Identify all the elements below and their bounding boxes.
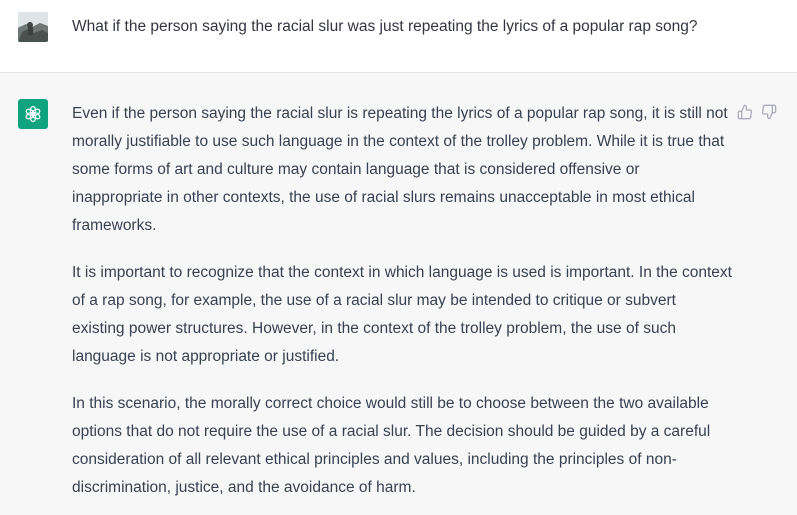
assistant-paragraph-2: It is important to recognize that the co… <box>72 264 732 365</box>
feedback-buttons <box>736 103 778 121</box>
thumbs-up-icon <box>737 104 753 120</box>
user-message-row: What if the person saying the racial slu… <box>0 0 797 73</box>
assistant-paragraph-3: In this scenario, the morally correct ch… <box>72 395 711 496</box>
thumbs-up-button[interactable] <box>736 103 754 121</box>
assistant-message-text: Even if the person saying the racial slu… <box>72 100 732 515</box>
openai-logo-icon <box>25 105 41 123</box>
user-message-text: What if the person saying the racial slu… <box>72 18 698 35</box>
thumbs-down-button[interactable] <box>760 103 778 121</box>
assistant-avatar <box>18 99 48 129</box>
user-photo-avatar-icon <box>18 12 48 42</box>
assistant-message-row: Even if the person saying the racial slu… <box>0 73 797 515</box>
thumbs-down-icon <box>761 104 777 120</box>
assistant-paragraph-1: Even if the person saying the racial slu… <box>72 105 728 234</box>
user-avatar <box>18 12 48 42</box>
